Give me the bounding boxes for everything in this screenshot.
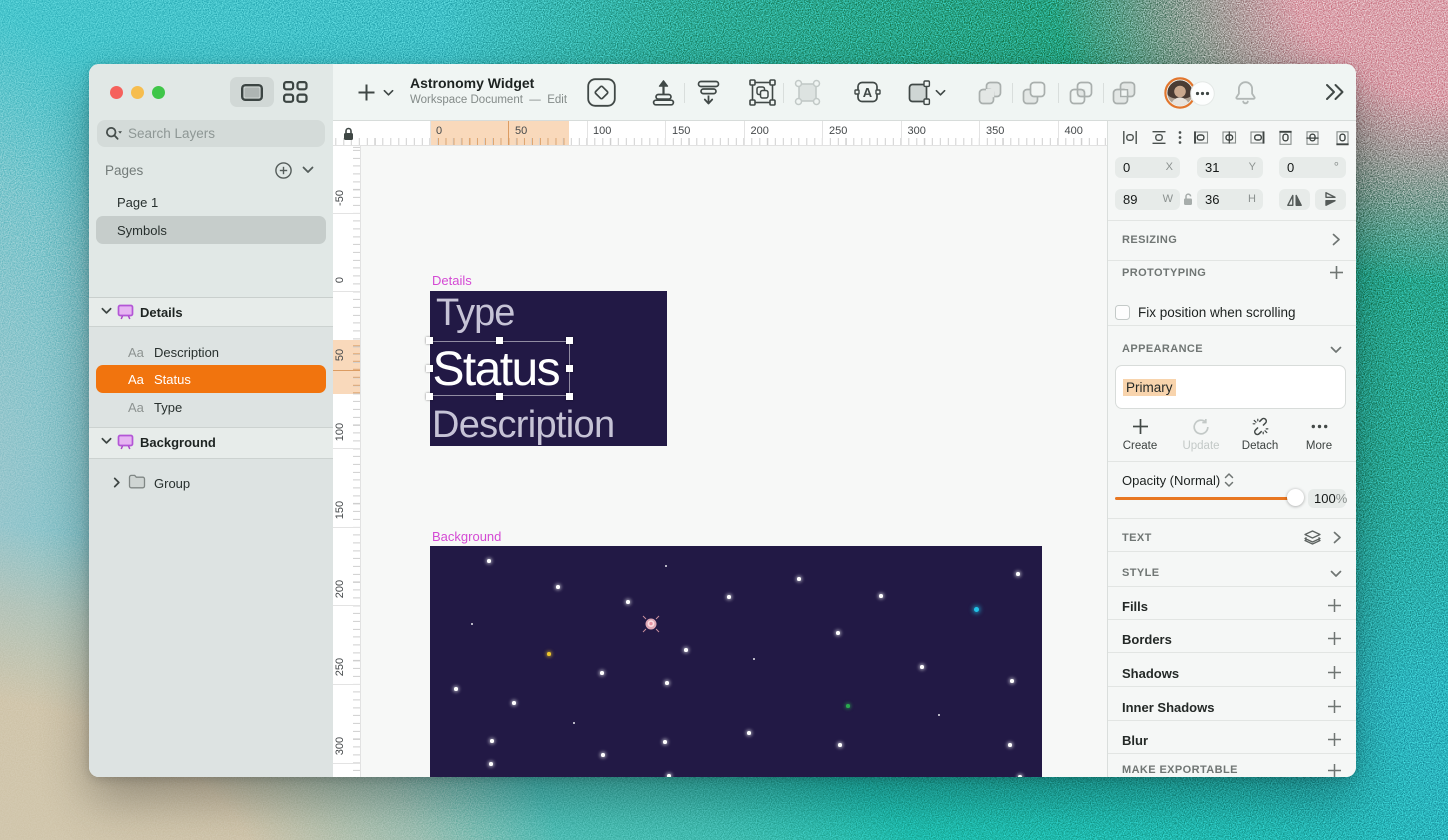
svg-text:A: A [862,85,872,100]
